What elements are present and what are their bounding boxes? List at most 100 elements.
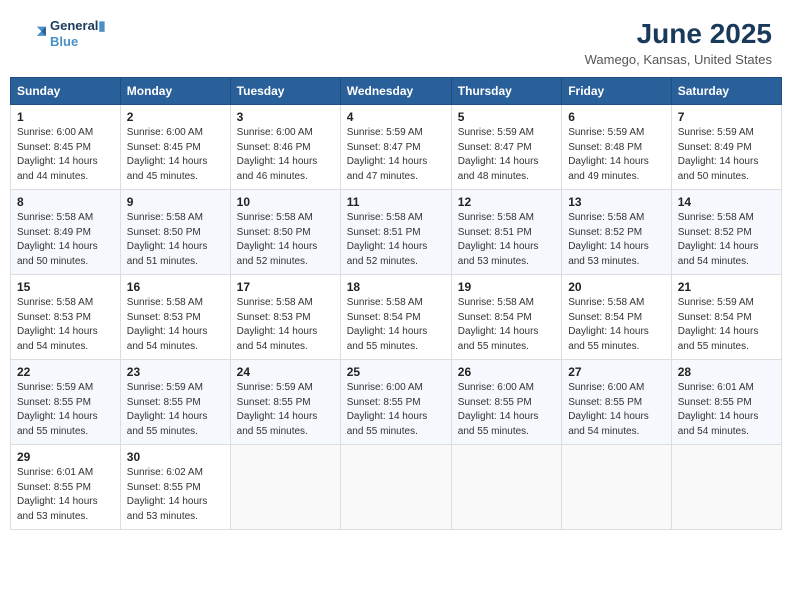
calendar-cell (340, 445, 451, 530)
calendar-cell: 18 Sunrise: 5:58 AMSunset: 8:54 PMDayligh… (340, 275, 451, 360)
calendar-cell: 4 Sunrise: 5:59 AMSunset: 8:47 PMDaylight… (340, 105, 451, 190)
calendar-cell (562, 445, 672, 530)
calendar-cell: 27Sunrise: 6:00 AMSunset: 8:55 PMDayligh… (562, 360, 672, 445)
calendar-cell: 22Sunrise: 5:59 AMSunset: 8:55 PMDayligh… (11, 360, 121, 445)
day-number: 15 (17, 280, 114, 294)
day-number: 20 (568, 280, 665, 294)
calendar-cell: 24 Sunrise: 5:59 AMSunset: 8:55 PMDayligh… (230, 360, 340, 445)
day-info: Sunrise: 6:00 AMSunset: 8:46 PMDaylight:… (237, 126, 334, 184)
day-number: 5 (458, 110, 555, 124)
day-info: Sunrise: 6:01 AMSunset: 8:55 PMDaylight:… (17, 466, 114, 524)
calendar-cell: 16 Sunrise: 5:58 AMSunset: 8:53 PMDayligh… (120, 275, 230, 360)
day-number: 7 (678, 110, 775, 124)
day-number: 4 (347, 110, 445, 124)
day-number: 3 (237, 110, 334, 124)
calendar-header-friday: Friday (562, 78, 672, 105)
calendar-cell: 19 Sunrise: 5:58 AMSunset: 8:54 PMDayligh… (451, 275, 561, 360)
calendar-cell: 23Sunrise: 5:59 AMSunset: 8:55 PMDayligh… (120, 360, 230, 445)
day-info: Sunrise: 5:58 AMSunset: 8:53 PMDaylight:… (17, 296, 114, 354)
day-info: Sunrise: 5:59 AMSunset: 8:47 PMDaylight:… (347, 126, 445, 184)
day-number: 25 (347, 365, 445, 379)
calendar-cell: 10 Sunrise: 5:58 AMSunset: 8:50 PMDayligh… (230, 190, 340, 275)
calendar-cell: 6Sunrise: 5:59 AMSunset: 8:48 PMDaylight… (562, 105, 672, 190)
calendar-cell: 3 Sunrise: 6:00 AMSunset: 8:46 PMDaylight… (230, 105, 340, 190)
calendar-cell: 9 Sunrise: 5:58 AMSunset: 8:50 PMDaylight… (120, 190, 230, 275)
calendar-header-thursday: Thursday (451, 78, 561, 105)
day-info: Sunrise: 5:58 AMSunset: 8:54 PMDaylight:… (458, 296, 555, 354)
day-number: 21 (678, 280, 775, 294)
day-info: Sunrise: 5:58 AMSunset: 8:52 PMDaylight:… (568, 211, 665, 269)
logo: General▮ Blue (20, 18, 106, 49)
day-number: 17 (237, 280, 334, 294)
day-info: Sunrise: 6:00 AMSunset: 8:55 PMDaylight:… (568, 381, 665, 439)
day-info: Sunrise: 5:58 AMSunset: 8:50 PMDaylight:… (237, 211, 334, 269)
day-number: 28 (678, 365, 775, 379)
day-info: Sunrise: 6:00 AMSunset: 8:55 PMDaylight:… (458, 381, 555, 439)
logo-icon (20, 23, 48, 45)
day-number: 9 (127, 195, 224, 209)
day-number: 22 (17, 365, 114, 379)
calendar-cell (451, 445, 561, 530)
calendar-cell: 5 Sunrise: 5:59 AMSunset: 8:47 PMDaylight… (451, 105, 561, 190)
calendar-header-saturday: Saturday (671, 78, 781, 105)
calendar-table: SundayMondayTuesdayWednesdayThursdayFrid… (10, 77, 782, 530)
calendar-cell: 25 Sunrise: 6:00 AMSunset: 8:55 PMDayligh… (340, 360, 451, 445)
day-info: Sunrise: 5:58 AMSunset: 8:51 PMDaylight:… (458, 211, 555, 269)
day-info: Sunrise: 6:02 AMSunset: 8:55 PMDaylight:… (127, 466, 224, 524)
calendar-cell: 13 Sunrise: 5:58 AMSunset: 8:52 PMDayligh… (562, 190, 672, 275)
calendar-header-tuesday: Tuesday (230, 78, 340, 105)
calendar-cell: 21 Sunrise: 5:59 AMSunset: 8:54 PMDayligh… (671, 275, 781, 360)
day-info: Sunrise: 6:01 AMSunset: 8:55 PMDaylight:… (678, 381, 775, 439)
day-number: 26 (458, 365, 555, 379)
day-info: Sunrise: 5:58 AMSunset: 8:50 PMDaylight:… (127, 211, 224, 269)
calendar-header-sunday: Sunday (11, 78, 121, 105)
day-number: 2 (127, 110, 224, 124)
calendar-cell: 28 Sunrise: 6:01 AMSunset: 8:55 PMDayligh… (671, 360, 781, 445)
calendar-cell: 26 Sunrise: 6:00 AMSunset: 8:55 PMDayligh… (451, 360, 561, 445)
calendar-week-row: 22 Sunrise: 5:59 AMSunset: 8:55 PMDayligh… (11, 360, 782, 445)
calendar-cell: 11Sunrise: 5:58 AMSunset: 8:51 PMDayligh… (340, 190, 451, 275)
day-info: Sunrise: 5:59 AMSunset: 8:54 PMDaylight:… (678, 296, 775, 354)
calendar-cell: 14 Sunrise: 5:58 AMSunset: 8:52 PMDayligh… (671, 190, 781, 275)
header: General▮ Blue June 2025 Wamego, Kansas, … (10, 10, 782, 71)
day-number: 1 (17, 110, 114, 124)
calendar-cell (230, 445, 340, 530)
calendar-header-row: SundayMondayTuesdayWednesdayThursdayFrid… (11, 78, 782, 105)
calendar-cell: 20Sunrise: 5:58 AMSunset: 8:54 PMDayligh… (562, 275, 672, 360)
calendar-header-wednesday: Wednesday (340, 78, 451, 105)
day-info: Sunrise: 5:59 AMSunset: 8:47 PMDaylight:… (458, 126, 555, 184)
day-number: 14 (678, 195, 775, 209)
calendar-week-row: 1 Sunrise: 6:00 AMSunset: 8:45 PMDaylight… (11, 105, 782, 190)
calendar-cell: 30 Sunrise: 6:02 AMSunset: 8:55 PMDayligh… (120, 445, 230, 530)
day-number: 13 (568, 195, 665, 209)
day-number: 6 (568, 110, 665, 124)
calendar-cell: 1 Sunrise: 6:00 AMSunset: 8:45 PMDaylight… (11, 105, 121, 190)
calendar-cell: 29 Sunrise: 6:01 AMSunset: 8:55 PMDayligh… (11, 445, 121, 530)
month-year-title: June 2025 (585, 18, 772, 50)
day-number: 24 (237, 365, 334, 379)
day-info: Sunrise: 5:59 AMSunset: 8:49 PMDaylight:… (678, 126, 775, 184)
day-info: Sunrise: 6:00 AMSunset: 8:55 PMDaylight:… (347, 381, 445, 439)
calendar-cell: 8Sunrise: 5:58 AMSunset: 8:49 PMDaylight… (11, 190, 121, 275)
calendar-cell: 15 Sunrise: 5:58 AMSunset: 8:53 PMDayligh… (11, 275, 121, 360)
day-info: Sunrise: 5:58 AMSunset: 8:53 PMDaylight:… (237, 296, 334, 354)
calendar-header-monday: Monday (120, 78, 230, 105)
day-number: 10 (237, 195, 334, 209)
calendar-cell: 2Sunrise: 6:00 AMSunset: 8:45 PMDaylight… (120, 105, 230, 190)
day-info: Sunrise: 6:00 AMSunset: 8:45 PMDaylight:… (17, 126, 114, 184)
calendar-cell (671, 445, 781, 530)
day-info: Sunrise: 5:59 AMSunset: 8:55 PMDaylight:… (127, 381, 224, 439)
day-info: Sunrise: 5:59 AMSunset: 8:55 PMDaylight:… (237, 381, 334, 439)
day-number: 16 (127, 280, 224, 294)
day-number: 19 (458, 280, 555, 294)
day-info: Sunrise: 5:58 AMSunset: 8:54 PMDaylight:… (347, 296, 445, 354)
calendar-cell: 12Sunrise: 5:58 AMSunset: 8:51 PMDayligh… (451, 190, 561, 275)
day-number: 18 (347, 280, 445, 294)
title-area: June 2025 Wamego, Kansas, United States (585, 18, 772, 67)
day-number: 30 (127, 450, 224, 464)
day-number: 29 (17, 450, 114, 464)
day-info: Sunrise: 5:58 AMSunset: 8:53 PMDaylight:… (127, 296, 224, 354)
day-number: 11 (347, 195, 445, 209)
calendar-cell: 7 Sunrise: 5:59 AMSunset: 8:49 PMDaylight… (671, 105, 781, 190)
day-info: Sunrise: 5:58 AMSunset: 8:52 PMDaylight:… (678, 211, 775, 269)
